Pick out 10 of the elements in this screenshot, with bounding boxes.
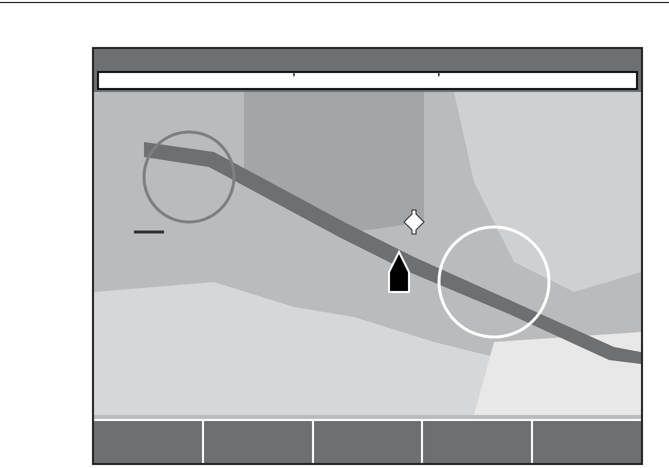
softkey[interactable] <box>94 421 202 463</box>
softkey[interactable] <box>204 421 312 463</box>
bridge-mark <box>134 230 164 234</box>
boat-icon <box>388 250 410 293</box>
softkey[interactable] <box>423 421 532 463</box>
cursor-icon <box>403 210 425 234</box>
tick-mark: ’ <box>292 71 296 85</box>
softkey[interactable] <box>533 421 641 463</box>
softkey[interactable] <box>314 421 422 463</box>
tick-mark: ’ <box>437 71 440 85</box>
